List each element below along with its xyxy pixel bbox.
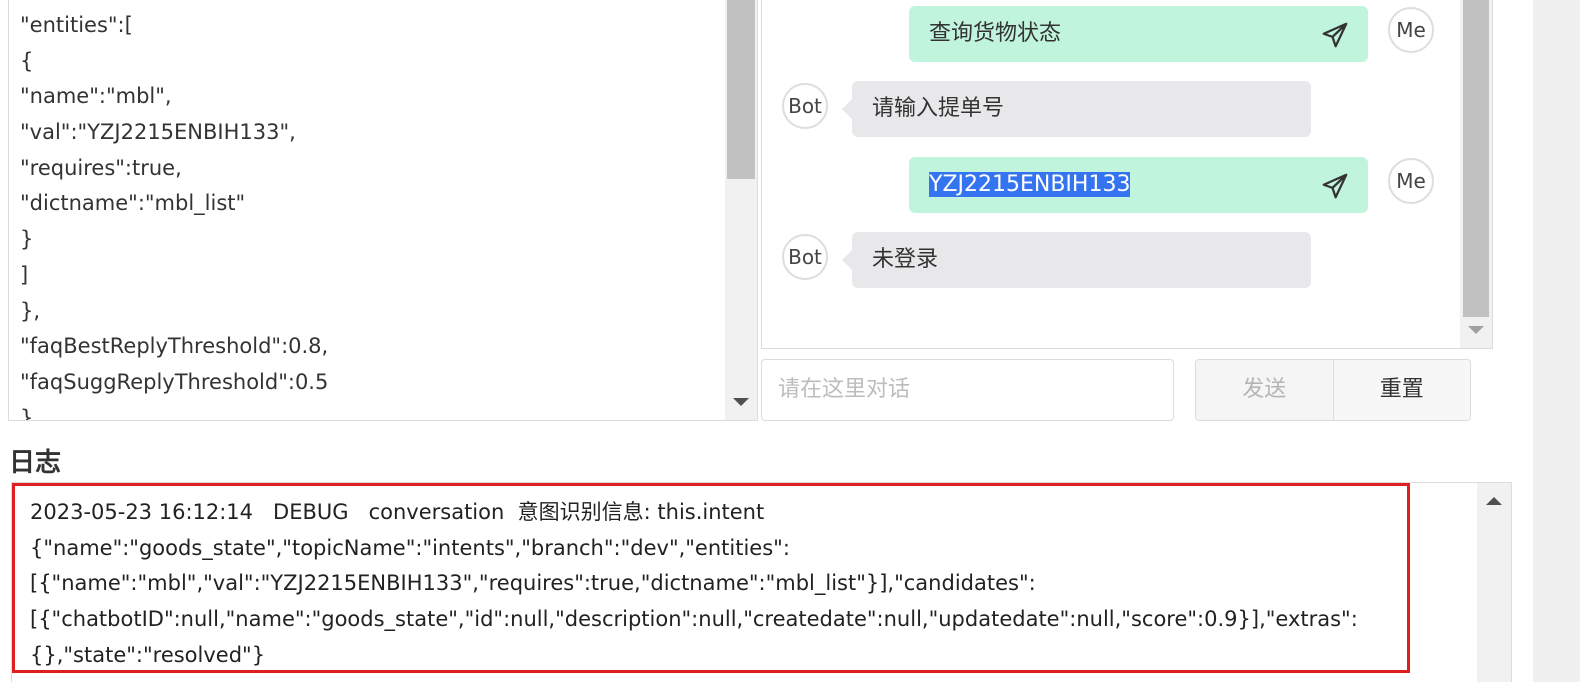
chat-message-bot: 未登录 (842, 232, 1311, 288)
json-line: "faqBestReplyThreshold":0.8, (20, 334, 329, 359)
log-line: [{"chatbotID":null,"name":"goods_state",… (30, 607, 1358, 632)
chat-button-group: 发送 重置 (1195, 359, 1471, 421)
avatar-bot: Bot (782, 83, 828, 129)
paper-plane-icon (1322, 173, 1348, 199)
json-line: }, (20, 298, 41, 323)
json-line: } (20, 405, 34, 421)
chat-message-text: 未登录 (872, 247, 939, 272)
log-content: 2023-05-23 16:12:14 DEBUG conversation 意… (30, 495, 1358, 673)
json-line: "name":"mbl", (20, 84, 172, 109)
json-line: { (20, 48, 34, 73)
log-line: [{"name":"mbl","val":"YZJ2215ENBIH133","… (30, 571, 1036, 596)
json-line: "faqSuggReplyThreshold":0.5 (20, 369, 329, 394)
avatar-me: Me (1388, 7, 1434, 53)
json-line: "requires":true, (20, 155, 182, 180)
json-line: } (20, 227, 34, 252)
chat-input[interactable]: 请在这里对话 (761, 359, 1174, 421)
avatar-me: Me (1388, 158, 1434, 204)
json-line: ] (20, 262, 29, 287)
avatar-bot: Bot (782, 234, 828, 280)
log-line: {"name":"goods_state","topicName":"inten… (30, 535, 790, 560)
json-line: "val":"YZJ2215ENBIH133", (20, 120, 296, 145)
json-editor-scroll-thumb[interactable] (727, 0, 755, 179)
json-editor-scrollbar[interactable] (725, 0, 757, 420)
paper-plane-icon (1322, 22, 1348, 48)
log-line: {},"state":"resolved"} (30, 642, 266, 667)
scroll-up-arrow-icon[interactable] (1486, 497, 1502, 505)
json-editor[interactable]: "entities":[ { "name":"mbl", "val":"YZJ2… (8, 0, 758, 421)
log-title: 日志 (9, 448, 62, 478)
json-editor-content: "entities":[ { "name":"mbl", "val":"YZJ2… (20, 8, 329, 421)
chat-message-bot: 请输入提单号 (842, 81, 1311, 137)
scroll-down-arrow-icon[interactable] (733, 398, 749, 406)
json-line: "dictname":"mbl_list" (20, 191, 246, 216)
log-panel[interactable]: 2023-05-23 16:12:14 DEBUG conversation 意… (11, 482, 1512, 682)
log-line: 2023-05-23 16:12:14 DEBUG conversation 意… (30, 500, 765, 524)
reset-button[interactable]: 重置 (1333, 360, 1470, 420)
chat-scrollbar[interactable] (1460, 0, 1492, 348)
chat-message-me: 查询货物状态 (909, 6, 1368, 62)
send-button[interactable]: 发送 (1196, 360, 1334, 420)
chat-scroll-thumb[interactable] (1463, 0, 1489, 317)
chat-message-text: 查询货物状态 (929, 21, 1062, 46)
log-scrollbar[interactable] (1477, 483, 1511, 682)
chat-message-text: YZJ2215ENBIH133 (929, 172, 1131, 197)
chat-message-me: YZJ2215ENBIH133 (909, 157, 1368, 213)
chat-panel: 查询货物状态 Me Bot 请输入提单号 YZJ2215ENBIH133 Me … (761, 0, 1493, 349)
json-line: "entities":[ (20, 13, 133, 37)
chat-message-text: 请输入提单号 (872, 96, 1005, 121)
scroll-down-arrow-icon[interactable] (1468, 326, 1484, 334)
page-scrollbar[interactable] (1533, 0, 1580, 682)
